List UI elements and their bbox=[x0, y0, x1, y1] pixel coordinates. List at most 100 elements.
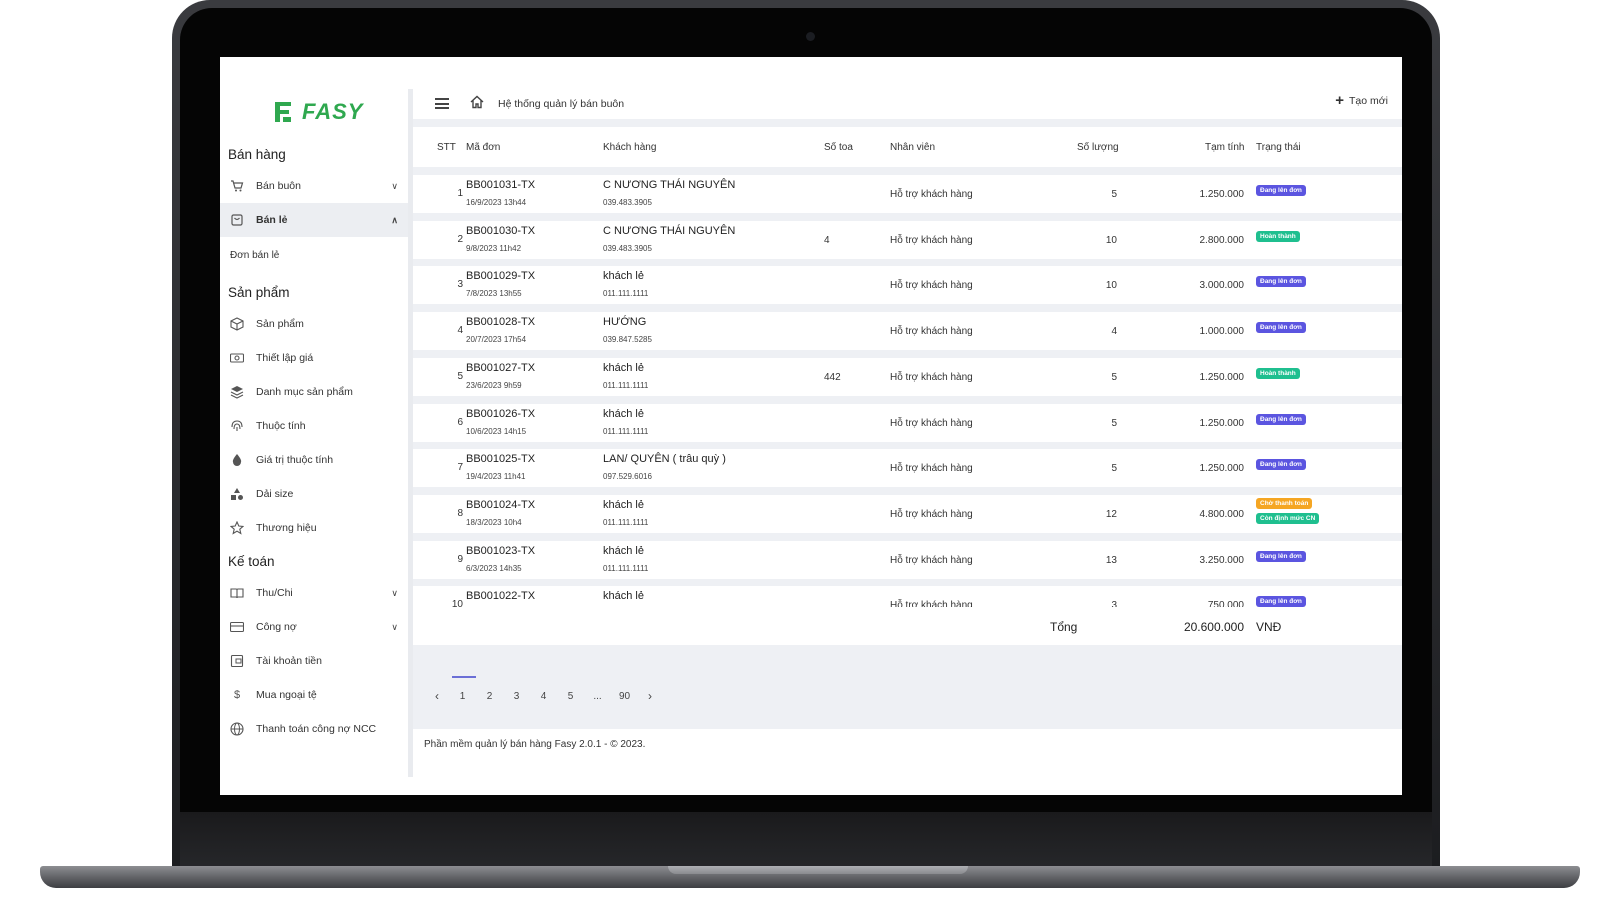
status-badge: Còn định mức CN bbox=[1256, 512, 1320, 524]
order-date: 7/8/2023 13h55 bbox=[466, 289, 522, 299]
col-customer: Khách hàng bbox=[603, 142, 657, 153]
fingerprint-icon bbox=[230, 419, 244, 433]
status-cell: Đang lên đơn bbox=[1256, 184, 1306, 196]
footer-text: Phần mềm quản lý bán hàng Fasy 2.0.1 - ©… bbox=[424, 739, 646, 750]
logo[interactable]: FASY bbox=[272, 99, 363, 125]
page-3[interactable]: 3 bbox=[503, 691, 530, 702]
create-new-button[interactable]: + Tạo mới bbox=[1335, 93, 1388, 108]
sidebar-item-label: Bán buôn bbox=[256, 180, 301, 192]
total-row: Tổng 20.600.000 VNĐ bbox=[413, 607, 1402, 645]
page-2[interactable]: 2 bbox=[476, 691, 503, 702]
col-toa: Số toa bbox=[824, 142, 853, 153]
sidebar-item-income-expense[interactable]: Thu/Chi ∨ bbox=[220, 576, 408, 610]
sidebar-item-debts[interactable]: Công nợ ∨ bbox=[220, 610, 408, 644]
chevron-up-icon: ∧ bbox=[391, 214, 398, 225]
sidebar-item-pricing[interactable]: Thiết lập giá bbox=[220, 341, 408, 375]
status-badge: Hoàn thành bbox=[1256, 230, 1300, 242]
page-1[interactable]: 1 bbox=[449, 675, 476, 702]
customer-phone: 097.529.6016 bbox=[603, 472, 652, 482]
table-row[interactable]: 5 BB001027-TX 23/6/2023 9h59 khách lẻ 011.11… bbox=[413, 357, 1402, 396]
status-badge: Đang lên đơn bbox=[1256, 185, 1306, 196]
layers-icon bbox=[230, 385, 244, 399]
table-row[interactable]: 7 BB001025-TX 19/4/2023 11h41 LAN/ QUYÊN ( … bbox=[413, 449, 1402, 488]
order-code[interactable]: BB001026-TX bbox=[466, 408, 535, 420]
customer-phone: 039.483.3905 bbox=[603, 198, 652, 207]
table-row[interactable]: 1 BB001031-TX 16/9/2023 13h44 C NƯƠNG THÁI … bbox=[413, 175, 1402, 213]
next-page-icon[interactable]: › bbox=[638, 689, 662, 703]
col-staff: Nhân viên bbox=[890, 142, 936, 153]
staff-name: Hỗ trợ khách hàng bbox=[890, 371, 973, 383]
sidebar-item-brands[interactable]: Thương hiệu bbox=[220, 511, 408, 545]
laptop-notch bbox=[668, 866, 968, 874]
quantity: 5 bbox=[1111, 189, 1117, 200]
sidebar-item-buy-foreign-currency[interactable]: $ Mua ngoại tệ bbox=[220, 678, 408, 712]
status-cell: Hoàn thành bbox=[1256, 367, 1300, 379]
subtotal: 1.250.000 bbox=[1199, 463, 1245, 475]
topbar: Hệ thống quản lý bán buôn + Tạo mới bbox=[413, 89, 1402, 119]
sidebar-item-products[interactable]: Sản phẩm bbox=[220, 307, 408, 341]
staff-name: Hỗ trợ khách hàng bbox=[890, 326, 973, 338]
quantity: 12 bbox=[1105, 508, 1117, 520]
table-row[interactable]: 8 BB001024-TX 18/3/2023 10h4 khách lẻ 011.11… bbox=[413, 494, 1402, 533]
subtotal: 4.800.000 bbox=[1199, 508, 1245, 520]
prev-page-icon[interactable]: ‹ bbox=[425, 689, 449, 703]
order-date: 23/6/2023 9h59 bbox=[466, 380, 522, 390]
hamburger-menu-icon[interactable] bbox=[435, 98, 449, 109]
table-row[interactable]: 9 BB001023-TX 6/3/2023 14h35 khách lẻ 011.11… bbox=[413, 540, 1402, 579]
globe-icon bbox=[230, 722, 244, 736]
table-row[interactable]: 4 BB001028-TX 20/7/2023 17h54 HƯỚNG 039.847.… bbox=[413, 312, 1402, 351]
sidebar-item-label: Thanh toán công nợ NCC bbox=[256, 723, 377, 735]
page-5[interactable]: 5 bbox=[557, 691, 584, 702]
col-quantity: Số lượng bbox=[1077, 142, 1119, 153]
quantity: 10 bbox=[1105, 234, 1117, 246]
subtotal: 1.250.000 bbox=[1199, 371, 1245, 383]
subtotal: 3.000.000 bbox=[1199, 280, 1245, 292]
breadcrumb[interactable]: Hệ thống quản lý bán buôn bbox=[498, 98, 624, 110]
order-code[interactable]: BB001028-TX bbox=[466, 316, 535, 328]
order-code[interactable]: BB001027-TX bbox=[466, 362, 535, 374]
status-badge: Đang lên đơn bbox=[1256, 413, 1306, 425]
sidebar-item-categories[interactable]: Danh mục sản phẩm bbox=[220, 375, 408, 409]
sidebar-item-label: Dải size bbox=[256, 488, 294, 500]
sidebar-item-supplier-debt-payment[interactable]: Thanh toán công nợ NCC bbox=[220, 712, 408, 746]
order-code[interactable]: BB001031-TX bbox=[466, 179, 535, 191]
sidebar-item-wholesale[interactable]: Bán buôn ∨ bbox=[220, 169, 408, 203]
order-code[interactable]: BB001022-TX bbox=[466, 590, 535, 602]
col-order-code: Mã đơn bbox=[466, 142, 501, 153]
order-code[interactable]: BB001025-TX bbox=[466, 453, 535, 465]
sidebar-subitem-retail-orders[interactable]: Đơn bán lẻ bbox=[230, 250, 279, 261]
table-row[interactable]: 2 BB001030-TX 9/8/2023 11h42 C NƯƠNG THÁI N… bbox=[413, 220, 1402, 259]
order-code[interactable]: BB001024-TX bbox=[466, 499, 535, 511]
footer: Phần mềm quản lý bán hàng Fasy 2.0.1 - ©… bbox=[413, 729, 1402, 795]
table-row[interactable]: 6 BB001026-TX 10/6/2023 14h15 khách lẻ 011.1… bbox=[413, 403, 1402, 442]
create-new-label: Tạo mới bbox=[1349, 95, 1388, 107]
sidebar-item-retail[interactable]: Bán lẻ ∧ bbox=[220, 203, 408, 237]
sidebar-item-label: Thương hiệu bbox=[256, 522, 317, 534]
app-screen: FASY Bán hàng Bán buôn ∨ Bán lẻ ∧ Đơn bá… bbox=[220, 57, 1402, 795]
dollar-icon: $ bbox=[233, 689, 241, 701]
page-90[interactable]: 90 bbox=[611, 691, 638, 702]
customer-phone: 011.111.1111 bbox=[603, 517, 649, 527]
table-row[interactable]: 3 BB001029-TX 7/8/2023 13h55 khách lẻ 011.11… bbox=[413, 266, 1402, 305]
sidebar-item-cash-accounts[interactable]: Tài khoản tiền bbox=[220, 644, 408, 678]
customer-name: HƯỚNG bbox=[603, 316, 647, 329]
status-cell: Đang lên đơn bbox=[1256, 458, 1306, 471]
book-icon bbox=[230, 586, 244, 600]
shapes-icon bbox=[230, 487, 244, 501]
order-code[interactable]: BB001023-TX bbox=[466, 545, 535, 557]
page-4[interactable]: 4 bbox=[530, 691, 557, 702]
sidebar-item-label: Thiết lập giá bbox=[256, 352, 314, 364]
order-code[interactable]: BB001030-TX bbox=[466, 225, 535, 237]
row-stt: 2 bbox=[457, 233, 463, 245]
sidebar-item-attributes[interactable]: Thuộc tính bbox=[220, 409, 408, 443]
sidebar-item-attribute-values[interactable]: Giá trị thuộc tính bbox=[220, 443, 408, 477]
sidebar-item-label: Sản phẩm bbox=[256, 318, 304, 330]
sidebar-item-label: Bán lẻ bbox=[256, 214, 288, 226]
total-unit: VNĐ bbox=[1256, 620, 1282, 634]
home-icon[interactable] bbox=[469, 94, 485, 110]
sidebar-item-size-range[interactable]: Dải size bbox=[220, 477, 408, 511]
customer-phone: 039.483.3905 bbox=[603, 243, 652, 253]
order-code[interactable]: BB001029-TX bbox=[466, 270, 535, 282]
customer-name: khách lẻ bbox=[603, 498, 644, 511]
subtotal: 1.000.000 bbox=[1199, 326, 1245, 338]
